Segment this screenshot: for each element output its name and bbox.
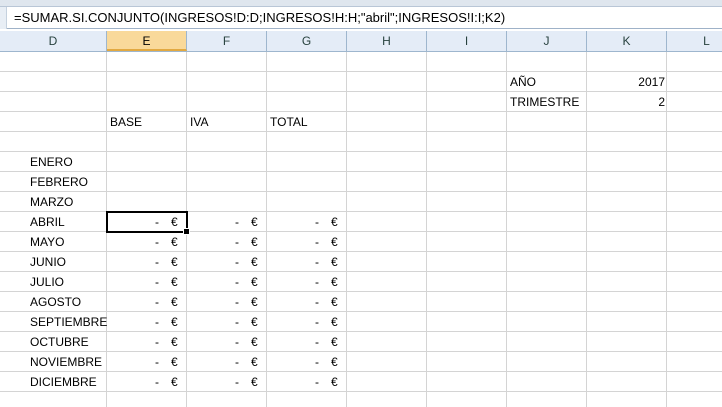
gridline-vertical bbox=[506, 52, 507, 407]
iva-value-dash[interactable]: - bbox=[187, 232, 239, 252]
total-currency-symbol[interactable]: € bbox=[331, 272, 347, 292]
month-label[interactable]: JULIO bbox=[30, 272, 107, 292]
total-value-dash[interactable]: - bbox=[267, 272, 319, 292]
month-label[interactable]: MAYO bbox=[30, 232, 107, 252]
column-header-g[interactable]: G bbox=[267, 31, 347, 51]
base-value-dash[interactable]: - bbox=[107, 272, 159, 292]
iva-value-dash[interactable]: - bbox=[187, 272, 239, 292]
total-value-dash[interactable]: - bbox=[267, 352, 319, 372]
selected-cell[interactable] bbox=[106, 211, 190, 235]
gridline-horizontal bbox=[0, 151, 722, 152]
column-header-e[interactable]: E bbox=[107, 31, 187, 51]
iva-currency-symbol[interactable]: € bbox=[251, 252, 267, 272]
month-label[interactable]: MARZO bbox=[30, 192, 107, 212]
header-base[interactable]: BASE bbox=[110, 112, 186, 132]
iva-value-dash[interactable]: - bbox=[187, 212, 239, 232]
column-header-l[interactable]: L bbox=[667, 31, 722, 51]
iva-currency-symbol[interactable]: € bbox=[251, 212, 267, 232]
total-currency-symbol[interactable]: € bbox=[331, 312, 347, 332]
header-total[interactable]: TOTAL bbox=[270, 112, 346, 132]
fill-handle[interactable] bbox=[183, 228, 190, 235]
gridline-vertical bbox=[426, 52, 427, 407]
iva-value-dash[interactable]: - bbox=[187, 292, 239, 312]
quarter-label[interactable]: TRIMESTRE bbox=[510, 92, 586, 112]
iva-value-dash[interactable]: - bbox=[187, 352, 239, 372]
month-label[interactable]: DICIEMBRE bbox=[30, 372, 107, 392]
spreadsheet-grid[interactable]: AÑO 2017 TRIMESTRE 2 BASE IVA TOTAL ENERO FEBRER… bbox=[0, 52, 722, 407]
column-header-k[interactable]: K bbox=[587, 31, 667, 51]
column-header-j[interactable]: J bbox=[507, 31, 587, 51]
iva-currency-symbol[interactable]: € bbox=[251, 232, 267, 252]
base-currency-symbol[interactable]: € bbox=[171, 332, 187, 352]
iva-value-dash[interactable]: - bbox=[187, 312, 239, 332]
month-label[interactable]: SEPTIEMBRE bbox=[30, 312, 107, 332]
total-value-dash[interactable]: - bbox=[267, 252, 319, 272]
month-label[interactable]: ENERO bbox=[30, 152, 107, 172]
month-label[interactable]: JUNIO bbox=[30, 252, 107, 272]
month-label[interactable]: AGOSTO bbox=[30, 292, 107, 312]
base-currency-symbol[interactable]: € bbox=[171, 352, 187, 372]
total-currency-symbol[interactable]: € bbox=[331, 292, 347, 312]
total-currency-symbol[interactable]: € bbox=[331, 352, 347, 372]
iva-value-dash[interactable]: - bbox=[187, 252, 239, 272]
total-value-dash[interactable]: - bbox=[267, 212, 319, 232]
iva-value-dash[interactable]: - bbox=[187, 372, 239, 392]
base-currency-symbol[interactable]: € bbox=[171, 312, 187, 332]
iva-currency-symbol[interactable]: € bbox=[251, 372, 267, 392]
base-value-dash[interactable]: - bbox=[107, 352, 159, 372]
iva-currency-symbol[interactable]: € bbox=[251, 332, 267, 352]
month-label[interactable]: ABRIL bbox=[30, 212, 107, 232]
total-currency-symbol[interactable]: € bbox=[331, 252, 347, 272]
gridline-vertical bbox=[666, 52, 667, 407]
base-value-dash[interactable]: - bbox=[107, 232, 159, 252]
gridline-horizontal bbox=[0, 171, 722, 172]
column-header-h[interactable]: H bbox=[347, 31, 427, 51]
base-value-dash[interactable]: - bbox=[107, 292, 159, 312]
iva-currency-symbol[interactable]: € bbox=[251, 292, 267, 312]
iva-currency-symbol[interactable]: € bbox=[251, 272, 267, 292]
total-value-dash[interactable]: - bbox=[267, 232, 319, 252]
ribbon-strip bbox=[0, 0, 722, 7]
total-value-dash[interactable]: - bbox=[267, 312, 319, 332]
formula-bar[interactable]: =SUMAR.SI.CONJUNTO(INGRESOS!D:D;INGRESOS… bbox=[0, 7, 722, 29]
column-header-d[interactable]: D bbox=[0, 31, 107, 51]
base-value-dash[interactable]: - bbox=[107, 312, 159, 332]
base-currency-symbol[interactable]: € bbox=[171, 272, 187, 292]
total-currency-symbol[interactable]: € bbox=[331, 372, 347, 392]
formula-text[interactable]: =SUMAR.SI.CONJUNTO(INGRESOS!D:D;INGRESOS… bbox=[14, 10, 505, 25]
base-value-dash[interactable]: - bbox=[107, 372, 159, 392]
total-value-dash[interactable]: - bbox=[267, 292, 319, 312]
base-value-dash[interactable]: - bbox=[107, 332, 159, 352]
header-iva[interactable]: IVA bbox=[190, 112, 266, 132]
quarter-value[interactable]: 2 bbox=[587, 92, 665, 112]
base-currency-symbol[interactable]: € bbox=[171, 372, 187, 392]
month-label[interactable]: FEBRERO bbox=[30, 172, 107, 192]
column-header-f[interactable]: F bbox=[187, 31, 267, 51]
base-currency-symbol[interactable]: € bbox=[171, 252, 187, 272]
base-currency-symbol[interactable]: € bbox=[171, 292, 187, 312]
month-label[interactable]: OCTUBRE bbox=[30, 332, 107, 352]
year-label[interactable]: AÑO bbox=[510, 72, 586, 92]
total-currency-symbol[interactable]: € bbox=[331, 332, 347, 352]
iva-currency-symbol[interactable]: € bbox=[251, 352, 267, 372]
iva-currency-symbol[interactable]: € bbox=[251, 312, 267, 332]
total-value-dash[interactable]: - bbox=[267, 372, 319, 392]
total-currency-symbol[interactable]: € bbox=[331, 232, 347, 252]
column-header-i[interactable]: I bbox=[427, 31, 507, 51]
formula-bar-edge bbox=[0, 7, 7, 29]
base-value-dash[interactable]: - bbox=[107, 252, 159, 272]
month-label[interactable]: NOVIEMBRE bbox=[30, 352, 107, 372]
base-currency-symbol[interactable]: € bbox=[171, 232, 187, 252]
column-headers: DEFGHIJKL bbox=[0, 31, 722, 52]
gridline-horizontal bbox=[0, 191, 722, 192]
year-value[interactable]: 2017 bbox=[587, 72, 665, 92]
total-currency-symbol[interactable]: € bbox=[331, 212, 347, 232]
iva-value-dash[interactable]: - bbox=[187, 332, 239, 352]
total-value-dash[interactable]: - bbox=[267, 332, 319, 352]
gridline-horizontal bbox=[0, 131, 722, 132]
